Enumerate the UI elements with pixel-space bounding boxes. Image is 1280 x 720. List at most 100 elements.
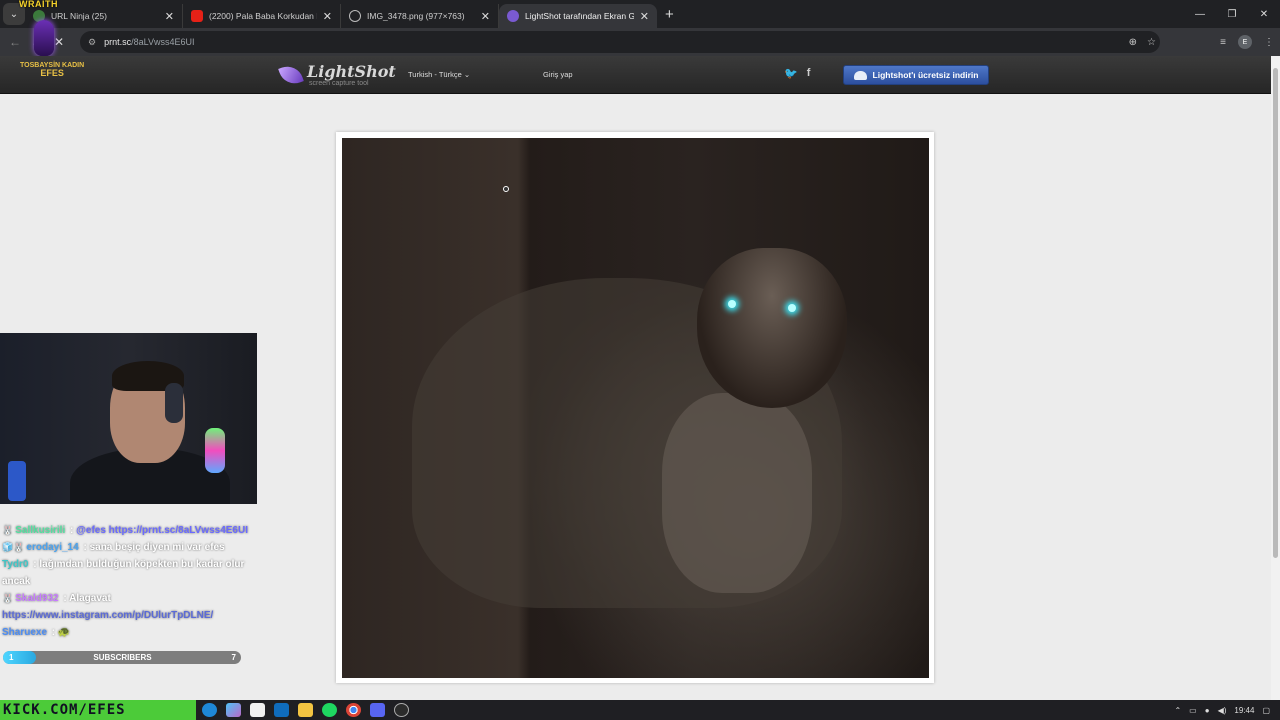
chrome-icon[interactable] — [346, 703, 361, 717]
site-info-icon[interactable]: ⚙ — [88, 37, 96, 48]
chat-text: https://www.instagram.com/p/DUlurTpDLNE/ — [2, 610, 214, 621]
tab-youtube[interactable]: (2200) Pala Baba Korkudan Poli ✕ — [183, 4, 341, 28]
chat-message: 🧊🐰 erodayi_14 : sana beşiç diyen mi var e… — [2, 539, 272, 556]
new-tab-button[interactable]: + — [665, 6, 674, 23]
chat-username: Sharuexe — [2, 627, 48, 638]
chat-message: Tydr0 : lağımdan bulduğun köpekten bu ka… — [2, 556, 272, 590]
address-bar[interactable]: ⚙ prnt.sc/8aLVwss4E6UI ⊕ ☆ — [80, 31, 1160, 53]
efes-brand-main: EFES — [40, 68, 64, 79]
chat-text: sana beşiç diyen mi var efes — [89, 542, 225, 553]
page-scrollbar[interactable] — [1271, 56, 1280, 700]
mic-icon[interactable]: ● — [1205, 706, 1210, 715]
network-icon[interactable]: ▭ — [1189, 706, 1197, 715]
bookmark-star-icon[interactable]: ☆ — [1147, 37, 1156, 48]
language-selector[interactable]: Turkish - Türkçe ⌄ — [408, 70, 470, 79]
restore-button[interactable]: ❐ — [1216, 0, 1248, 28]
lightshot-feather-icon — [507, 10, 519, 22]
tab-lightshot[interactable]: LightShot tarafından Ekran Gör ✕ — [499, 4, 657, 28]
login-link[interactable]: Giriş yap — [543, 70, 573, 79]
notification-icon[interactable]: ▢ — [1262, 706, 1270, 715]
dog-eye-right — [788, 304, 796, 312]
taskbar-pinned-apps — [202, 700, 409, 720]
file-explorer-icon[interactable] — [298, 703, 313, 717]
obs-icon[interactable] — [394, 703, 409, 717]
chat-separator: : — [80, 542, 90, 553]
dog-eye-left — [728, 300, 736, 308]
media-controls-icon[interactable]: ≡ — [1220, 37, 1226, 48]
tab-title: IMG_3478.png (977×763) — [367, 11, 465, 21]
tab-close-icon[interactable]: ✕ — [481, 10, 490, 23]
kick-stream-banner: KICK.COM/EFES — [0, 700, 196, 720]
lightshot-header: TOSBAYSİN KADIN EFES LightShot screen ca… — [0, 56, 1271, 94]
efes-brand-logo: TOSBAYSİN KADIN EFES — [20, 62, 84, 79]
webcam-overlay — [0, 333, 257, 504]
mouse-cursor-icon — [503, 186, 509, 192]
tab-close-icon[interactable]: ✕ — [640, 10, 649, 23]
feather-icon — [278, 62, 304, 88]
spotify-icon[interactable] — [322, 703, 337, 717]
clock[interactable]: 19:44 — [1234, 706, 1254, 715]
download-lightshot-button[interactable]: Lightshot'ı ücretsiz indirin — [843, 65, 989, 85]
download-button-label: Lightshot'ı ücretsiz indirin — [872, 70, 979, 80]
copilot-icon[interactable] — [226, 703, 241, 717]
browser-toolbar: ← → ✕ ⚙ prnt.sc/8aLVwss4E6UI ⊕ ☆ ≡ E ⋮ — [0, 28, 1280, 56]
chat-username: Skald932 — [15, 593, 59, 604]
facebook-icon[interactable]: f — [807, 67, 811, 80]
subscriber-label: SUBSCRIBERS — [93, 653, 152, 662]
lightshot-logo[interactable]: LightShot screen capture tool — [278, 62, 396, 88]
chat-username: Tydr0 — [2, 559, 29, 570]
chat-separator: : — [49, 627, 58, 638]
minimize-button[interactable]: — — [1184, 0, 1216, 28]
chat-badge: 🧊🐰 — [2, 542, 25, 552]
chat-message: https://www.instagram.com/p/DUlurTpDLNE/ — [2, 607, 272, 624]
language-label: Turkish - Türkçe — [408, 70, 462, 79]
omnibox-actions: ⊕ ☆ — [1129, 31, 1156, 53]
close-window-button[interactable]: ✕ — [1248, 0, 1280, 28]
chat-text: lağımdan bulduğun köpekten bu kadar olur… — [2, 559, 245, 587]
tab-close-icon[interactable]: ✕ — [165, 10, 174, 23]
lightshot-logo-subtitle: screen capture tool — [309, 80, 369, 87]
back-arrow-icon[interactable]: ← — [4, 35, 26, 49]
twitter-icon[interactable]: 🐦 — [784, 67, 798, 80]
volume-icon[interactable]: ◀) — [1218, 706, 1227, 715]
profile-avatar[interactable]: E — [1238, 35, 1252, 49]
chat-badge: 🐰 — [2, 525, 14, 535]
screenshot-image[interactable] — [342, 138, 929, 678]
tab-image[interactable]: IMG_3478.png (977×763) ✕ — [341, 4, 499, 28]
scrollbar-thumb[interactable] — [1273, 68, 1278, 558]
tab-title: URL Ninja (25) — [51, 11, 107, 21]
store-icon[interactable] — [250, 703, 265, 717]
url-path: /8aLVwss4E6UI — [131, 37, 195, 47]
tab-close-icon[interactable]: ✕ — [323, 10, 332, 23]
chat-message: 🐰 Skald932 : Alagavat — [2, 590, 272, 607]
zoom-icon[interactable]: ⊕ — [1129, 37, 1137, 48]
stream-chat-overlay: 🐰 Sallkusirili : @efes https://prnt.sc/8a… — [2, 522, 272, 641]
chevron-down-icon: ⌄ — [463, 70, 471, 79]
bottle-shape — [8, 461, 26, 501]
window-controls: — ❐ ✕ — [1184, 0, 1280, 28]
chat-message: Sharuexe : 🐢 — [2, 624, 272, 641]
social-links: 🐦 f — [784, 67, 810, 80]
menu-kebab-icon[interactable]: ⋮ — [1264, 37, 1274, 48]
url-domain: prnt.sc — [104, 37, 132, 47]
chat-text: Alagavat — [69, 593, 111, 604]
youtube-icon — [191, 10, 203, 22]
rgb-microphone-icon — [205, 428, 225, 473]
chevron-up-icon[interactable]: ⌃ — [1174, 706, 1181, 715]
chat-separator: : — [67, 525, 77, 536]
wraith-overlay-label: WRAITH — [19, 0, 58, 9]
tab-title: LightShot tarafından Ekran Gör — [525, 11, 634, 21]
chat-username: Sallkusirili — [15, 525, 66, 536]
outlook-icon[interactable] — [274, 703, 289, 717]
toolbar-right: ≡ E ⋮ — [1220, 28, 1274, 56]
edge-icon[interactable] — [202, 703, 217, 717]
discord-icon[interactable] — [370, 703, 385, 717]
turtle-emote-icon: 🐢 — [57, 627, 71, 638]
tab-title: (2200) Pala Baba Korkudan Poli — [209, 11, 317, 21]
chat-text: @efes https://prnt.sc/8aLVwss4E6UI — [76, 525, 248, 536]
globe-icon — [349, 10, 361, 22]
chat-message: 🐰 Sallkusirili : @efes https://prnt.sc/8a… — [2, 522, 272, 539]
chat-separator: : — [60, 593, 70, 604]
cloud-download-icon — [853, 70, 867, 80]
headset-icon — [165, 383, 183, 423]
